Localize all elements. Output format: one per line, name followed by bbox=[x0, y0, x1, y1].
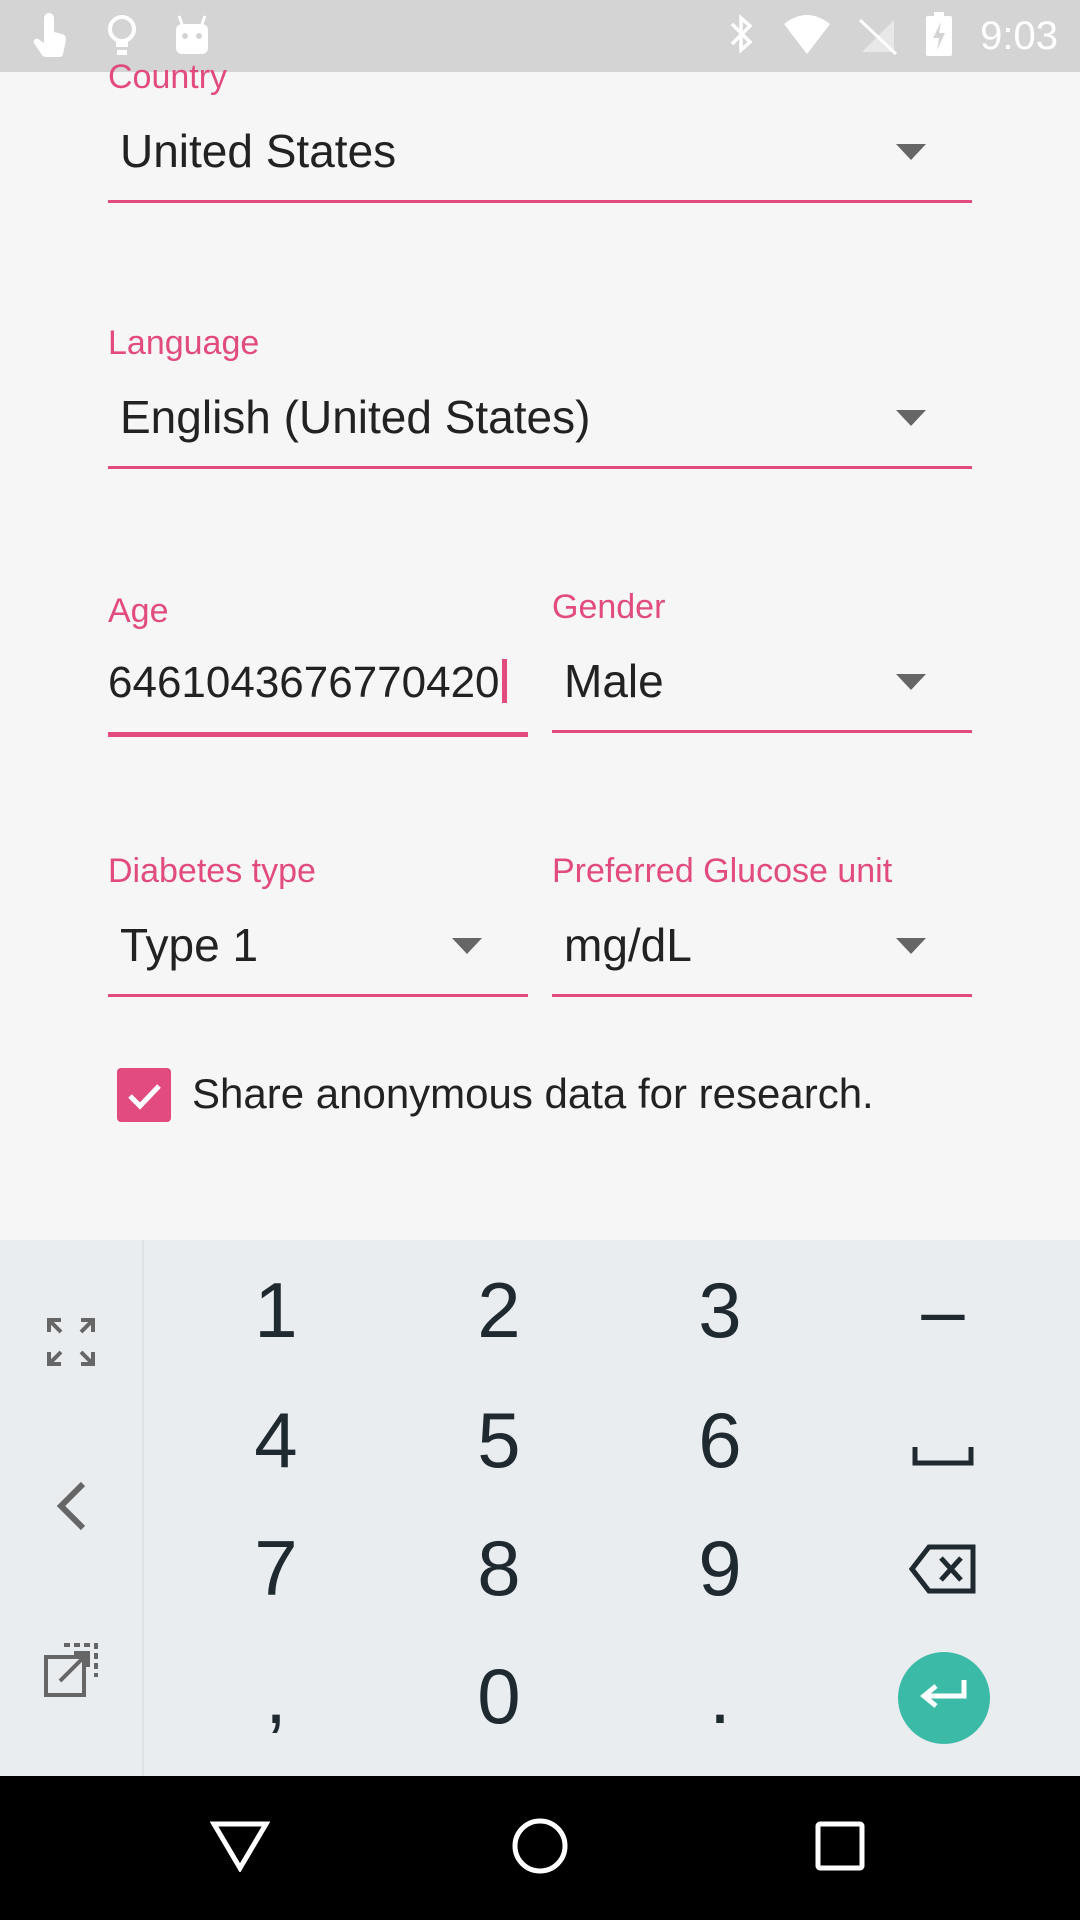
nav-home-button[interactable] bbox=[500, 1808, 580, 1888]
country-value: United States bbox=[120, 125, 397, 177]
country-label: Country bbox=[108, 58, 228, 96]
key-6[interactable]: 6 bbox=[610, 1376, 830, 1504]
key-1[interactable]: 1 bbox=[166, 1246, 386, 1374]
nav-recents-button[interactable] bbox=[800, 1808, 880, 1888]
gender-field[interactable]: Gender Male bbox=[552, 588, 972, 738]
key-3[interactable]: 3 bbox=[610, 1246, 830, 1374]
text-cursor bbox=[501, 659, 507, 703]
glucose-unit-value: mg/dL bbox=[564, 919, 692, 971]
chevron-down-icon bbox=[896, 674, 926, 695]
key-2[interactable]: 2 bbox=[389, 1246, 609, 1374]
language-value: English (United States) bbox=[120, 391, 591, 443]
gender-label: Gender bbox=[552, 588, 666, 626]
age-input[interactable]: 6461043676770420 bbox=[108, 658, 507, 708]
checkmark-icon bbox=[117, 1084, 171, 1126]
back-nav-icon bbox=[209, 1820, 271, 1877]
lightbulb-icon bbox=[106, 14, 138, 63]
diabetes-type-value: Type 1 bbox=[120, 919, 259, 971]
share-data-checkbox[interactable] bbox=[117, 1068, 171, 1122]
language-underline bbox=[108, 466, 972, 469]
expand-icon bbox=[45, 1316, 97, 1373]
chevron-down-icon bbox=[896, 938, 926, 959]
key-8[interactable]: 8 bbox=[389, 1504, 609, 1632]
key-7[interactable]: 7 bbox=[166, 1504, 386, 1632]
key-space[interactable] bbox=[833, 1376, 1053, 1504]
keyboard-back-button[interactable] bbox=[0, 1448, 142, 1568]
key-minus[interactable]: – bbox=[833, 1246, 1053, 1374]
profile-form: Country United States Language English (… bbox=[0, 58, 1080, 1240]
key-9[interactable]: 9 bbox=[610, 1504, 830, 1632]
enter-key[interactable] bbox=[898, 1652, 990, 1744]
status-time: 9:03 bbox=[980, 14, 1058, 58]
diabetes-type-label: Diabetes type bbox=[108, 852, 316, 890]
wifi-icon bbox=[782, 12, 832, 61]
glucose-unit-label: Preferred Glucose unit bbox=[552, 852, 893, 890]
no-signal-icon bbox=[858, 12, 898, 61]
nav-back-button[interactable] bbox=[200, 1808, 280, 1888]
age-underline bbox=[108, 732, 528, 737]
key-comma[interactable]: , bbox=[166, 1632, 386, 1760]
touch-icon bbox=[30, 12, 72, 65]
country-field[interactable]: Country United States bbox=[108, 58, 972, 206]
chevron-down-icon bbox=[896, 144, 926, 165]
language-field[interactable]: Language English (United States) bbox=[108, 324, 972, 474]
android-icon bbox=[172, 14, 212, 63]
back-arrow-icon bbox=[53, 1480, 89, 1537]
keyboard-side-panel bbox=[0, 1240, 144, 1776]
bluetooth-icon bbox=[726, 12, 756, 61]
gender-value: Male bbox=[564, 655, 664, 707]
battery-charging-icon bbox=[924, 10, 954, 63]
chevron-down-icon bbox=[452, 938, 482, 959]
share-data-label[interactable]: Share anonymous data for research. bbox=[192, 1070, 874, 1118]
country-underline bbox=[108, 200, 972, 203]
chevron-down-icon bbox=[896, 410, 926, 431]
age-field[interactable]: Age 6461043676770420 bbox=[108, 592, 528, 742]
diabetes-type-underline bbox=[108, 994, 528, 997]
navigation-bar bbox=[0, 1776, 1080, 1920]
expand-keyboard-button[interactable] bbox=[0, 1284, 142, 1404]
key-0[interactable]: 0 bbox=[389, 1632, 609, 1760]
key-5[interactable]: 5 bbox=[389, 1376, 609, 1504]
age-value: 6461043676770420 bbox=[108, 658, 500, 707]
age-label: Age bbox=[108, 592, 169, 630]
popout-icon bbox=[42, 1641, 100, 1704]
enter-icon bbox=[918, 1678, 970, 1719]
language-label: Language bbox=[108, 324, 260, 362]
space-icon bbox=[912, 1395, 974, 1486]
key-period[interactable]: . bbox=[610, 1632, 830, 1760]
popout-keyboard-button[interactable] bbox=[0, 1612, 142, 1732]
backspace-icon bbox=[908, 1523, 977, 1614]
diabetes-type-field[interactable]: Diabetes type Type 1 bbox=[108, 852, 528, 1002]
glucose-unit-field[interactable]: Preferred Glucose unit mg/dL bbox=[552, 852, 972, 1002]
recents-nav-icon bbox=[814, 1820, 866, 1877]
glucose-unit-underline bbox=[552, 994, 972, 997]
key-4[interactable]: 4 bbox=[166, 1376, 386, 1504]
key-backspace[interactable] bbox=[833, 1504, 1053, 1632]
gender-underline bbox=[552, 730, 972, 733]
home-nav-icon bbox=[510, 1816, 570, 1881]
